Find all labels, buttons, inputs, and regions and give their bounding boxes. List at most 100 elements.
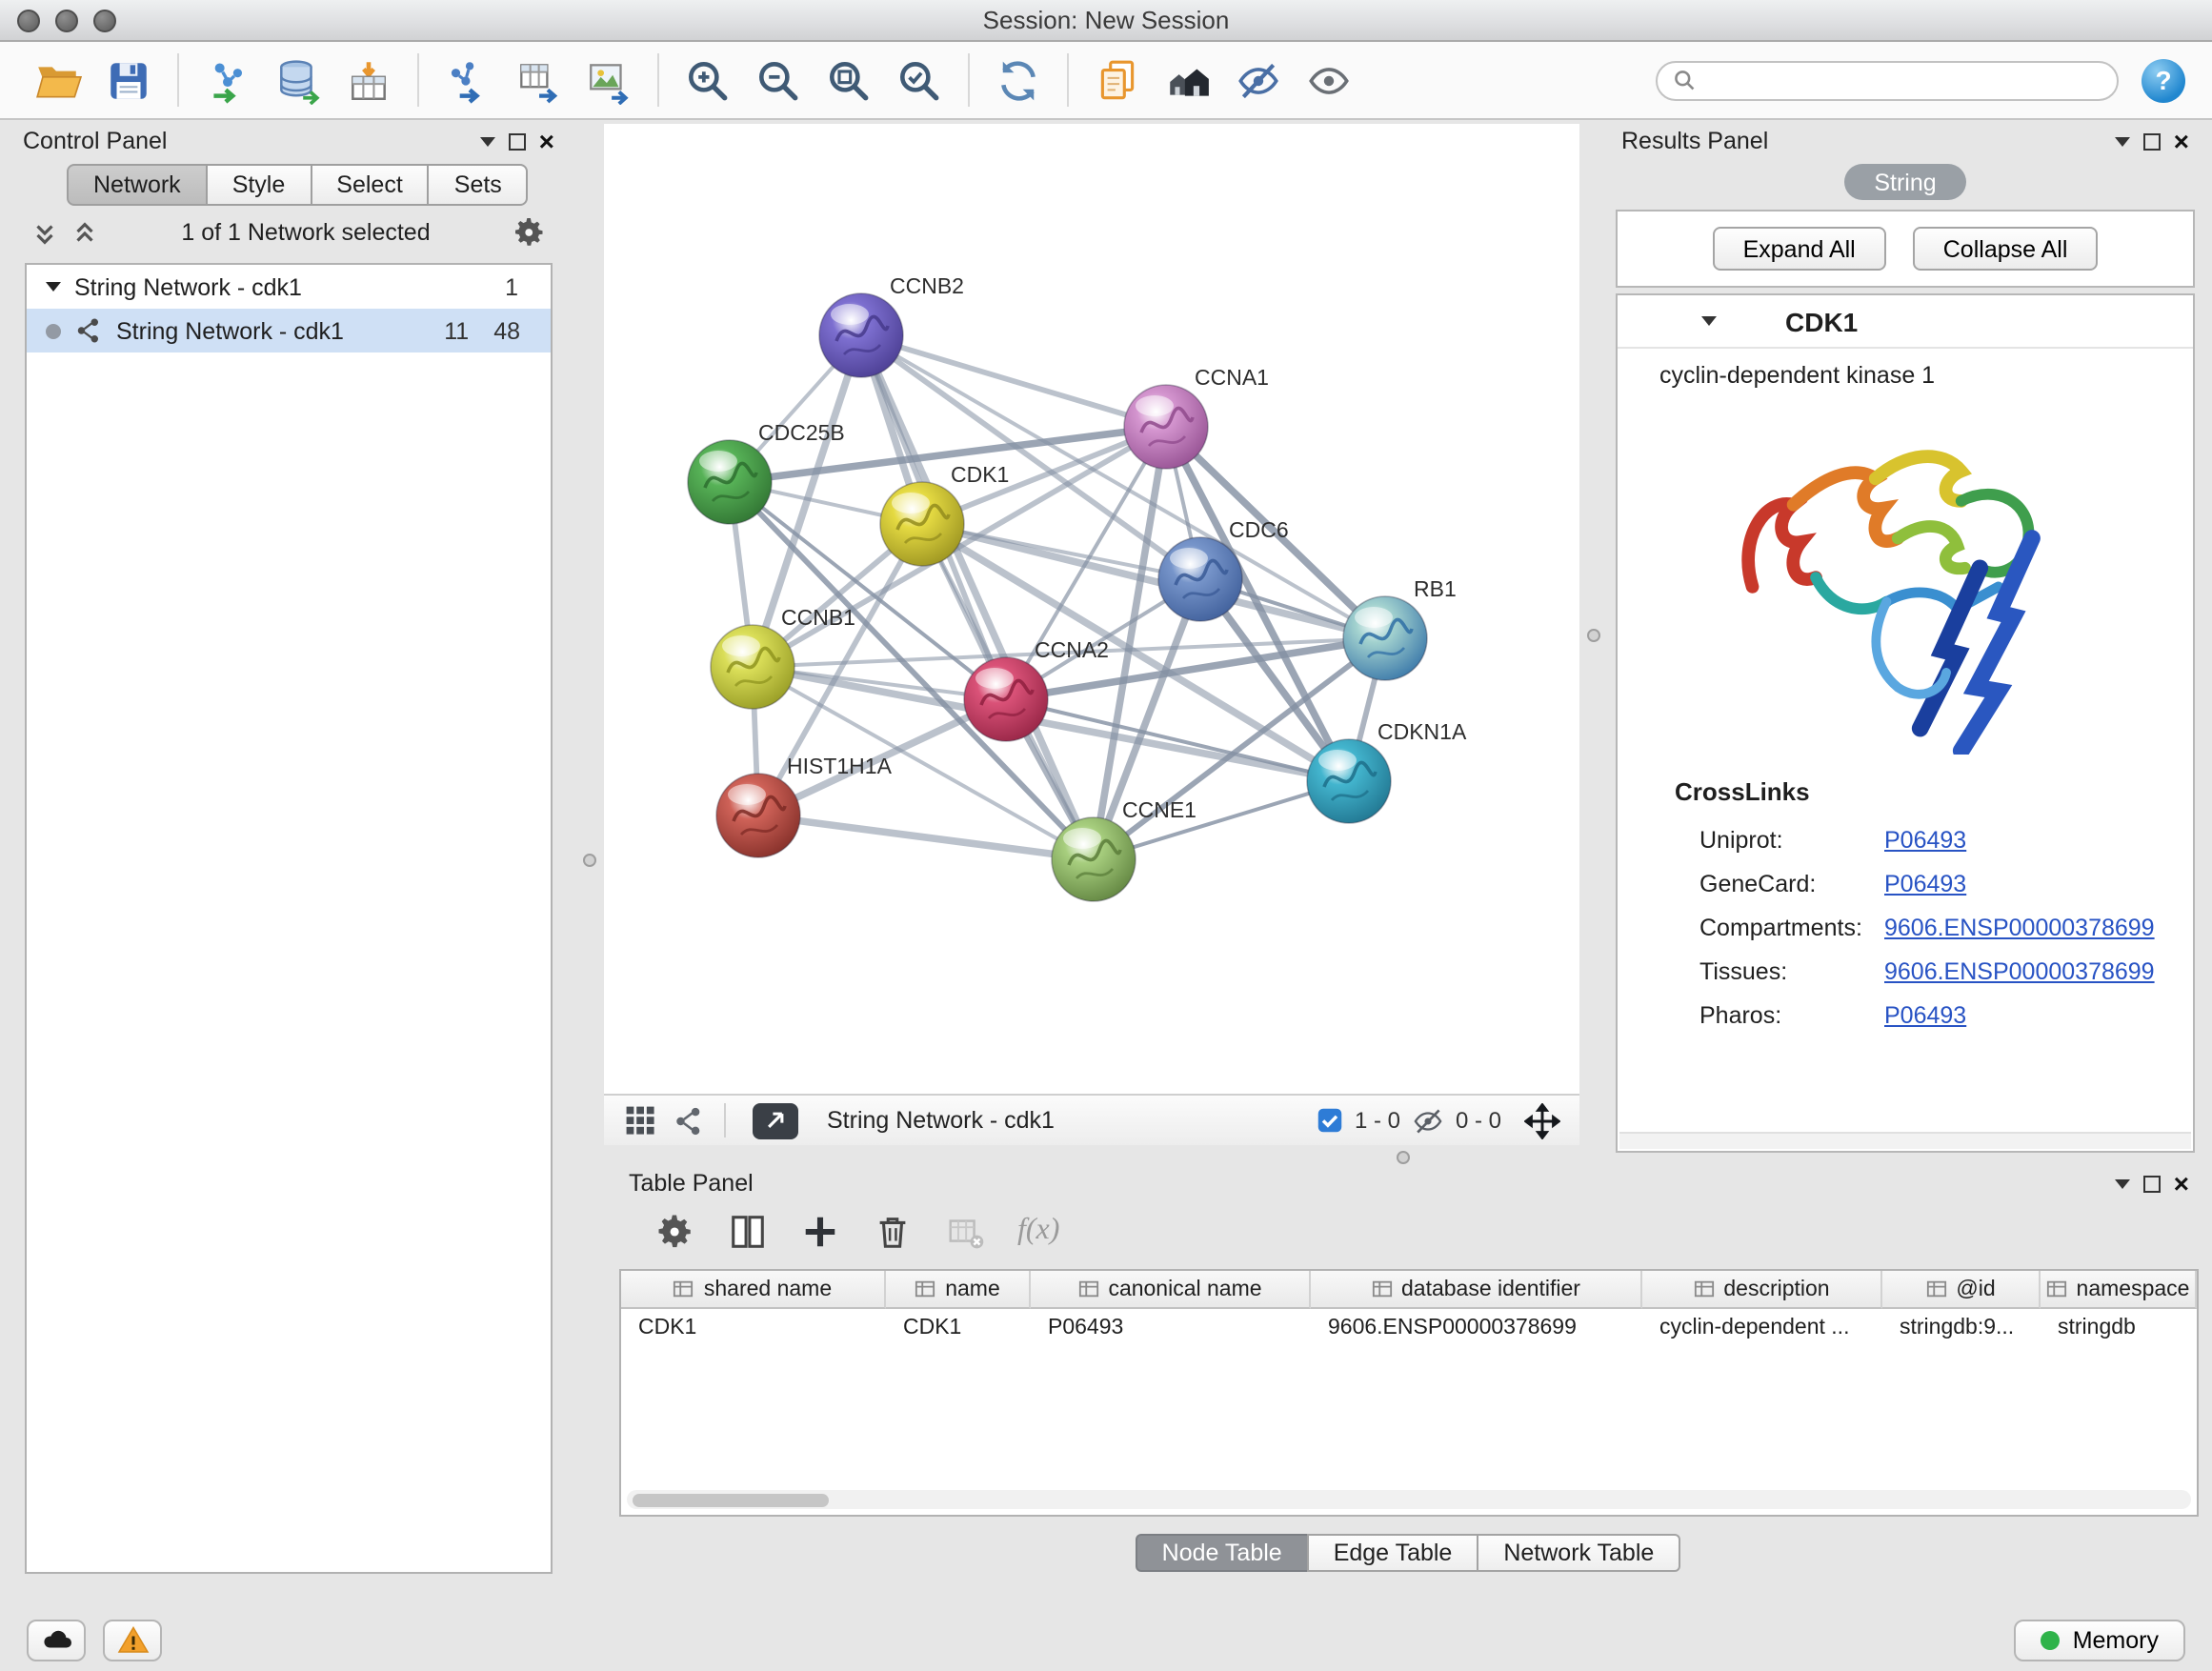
help-button[interactable]: ? xyxy=(2142,58,2185,102)
tab-node-table[interactable]: Node Table xyxy=(1136,1534,1309,1572)
network-canvas[interactable]: CCNB2CCNA1CDC25BCDK1CDC6RB1CCNB1CCNA2CDK… xyxy=(604,124,1579,1094)
protein-section-header[interactable]: CDK1 xyxy=(1618,295,2193,349)
close-panel-button[interactable]: × xyxy=(2174,1170,2189,1197)
crosslink-pharos-link[interactable]: P06493 xyxy=(1884,1001,1966,1028)
refresh-view-button[interactable] xyxy=(989,50,1048,110)
network-graph[interactable]: CCNB2CCNA1CDC25BCDK1CDC6RB1CCNB1CCNA2CDK… xyxy=(604,124,1579,1094)
delete-column-button[interactable] xyxy=(873,1211,913,1251)
splitter-handle[interactable] xyxy=(1397,1151,1410,1164)
crosslink-genecard-link[interactable]: P06493 xyxy=(1884,870,1966,896)
network-edge[interactable] xyxy=(861,335,1166,427)
network-node-hist1h1a[interactable]: HIST1H1A xyxy=(716,754,893,857)
table-cell[interactable]: cyclin-dependent ... xyxy=(1642,1309,1882,1347)
tab-edge-table[interactable]: Edge Table xyxy=(1307,1534,1479,1572)
column-icon xyxy=(2046,1278,2067,1299)
column-icon xyxy=(915,1278,935,1299)
hide-selected-button[interactable] xyxy=(1229,50,1288,110)
close-window-button[interactable] xyxy=(17,9,40,31)
zoom-in-button[interactable] xyxy=(678,50,737,110)
search-input[interactable] xyxy=(1705,69,2101,91)
function-builder-button[interactable]: f(x) xyxy=(1017,1214,1059,1248)
network-node-cdkn1a[interactable]: CDKN1A xyxy=(1307,719,1467,823)
home-view-button[interactable] xyxy=(1158,50,1217,110)
crosslink-compartments-link[interactable]: 9606.ENSP00000378699 xyxy=(1884,914,2155,940)
tab-style[interactable]: Style xyxy=(206,164,312,206)
show-all-button[interactable] xyxy=(1299,50,1358,110)
import-network-database-button[interactable] xyxy=(269,50,328,110)
network-collection-row[interactable]: String Network - cdk1 1 xyxy=(27,265,551,309)
crosslink-uniprot-link[interactable]: P06493 xyxy=(1884,826,1966,853)
float-panel-button[interactable] xyxy=(2143,132,2161,150)
column-header[interactable]: name xyxy=(886,1271,1031,1309)
export-image-button[interactable] xyxy=(579,50,638,110)
network-node-ccnb1[interactable]: CCNB1 xyxy=(711,605,855,709)
crosslink-tissues-link[interactable]: 9606.ENSP00000378699 xyxy=(1884,957,2155,984)
column-header[interactable]: shared name xyxy=(621,1271,886,1309)
table-cell[interactable]: CDK1 xyxy=(621,1309,886,1347)
save-session-button[interactable] xyxy=(99,50,158,110)
birds-eye-view-button[interactable] xyxy=(623,1103,657,1137)
expand-all-button[interactable]: Expand All xyxy=(1713,227,1886,271)
collapse-all-networks-button[interactable] xyxy=(70,218,99,247)
table-cell[interactable]: stringdb:9... xyxy=(1882,1309,2041,1347)
column-header[interactable]: @id xyxy=(1882,1271,2041,1309)
horizontal-scrollbar[interactable] xyxy=(627,1490,2191,1509)
splitter-handle[interactable] xyxy=(583,854,596,867)
zoom-fit-button[interactable] xyxy=(819,50,878,110)
open-view-button[interactable] xyxy=(753,1102,798,1138)
import-table-file-button[interactable] xyxy=(339,50,398,110)
panel-menu-button[interactable] xyxy=(2115,136,2130,146)
column-header[interactable]: namespace xyxy=(2041,1271,2197,1309)
close-panel-button[interactable]: × xyxy=(539,128,554,154)
column-header[interactable]: canonical name xyxy=(1031,1271,1311,1309)
tab-select[interactable]: Select xyxy=(310,164,430,206)
table-cell[interactable]: P06493 xyxy=(1031,1309,1311,1347)
memory-button[interactable]: Memory xyxy=(2014,1620,2185,1661)
table-cell[interactable]: CDK1 xyxy=(886,1309,1031,1347)
expand-all-networks-button[interactable] xyxy=(30,218,59,247)
float-panel-button[interactable] xyxy=(2143,1175,2161,1192)
open-session-button[interactable] xyxy=(29,50,88,110)
column-header[interactable]: database identifier xyxy=(1311,1271,1642,1309)
tab-network-table[interactable]: Network Table xyxy=(1477,1534,1680,1572)
import-network-file-button[interactable] xyxy=(198,50,257,110)
minimize-window-button[interactable] xyxy=(55,9,78,31)
zoom-window-button[interactable] xyxy=(93,9,116,31)
float-panel-button[interactable] xyxy=(509,132,526,150)
tab-sets[interactable]: Sets xyxy=(428,164,529,206)
network-node-rb1[interactable]: RB1 xyxy=(1343,576,1457,680)
add-column-button[interactable] xyxy=(800,1211,840,1251)
show-columns-button[interactable] xyxy=(728,1211,768,1251)
delete-table-button-disabled[interactable] xyxy=(945,1211,985,1251)
table-options-button[interactable] xyxy=(655,1211,695,1251)
warning-icon xyxy=(115,1623,150,1658)
network-row-selected[interactable]: String Network - cdk1 11 48 xyxy=(27,309,551,352)
zoom-selected-button[interactable] xyxy=(890,50,949,110)
crosslink-row: Pharos: P06493 xyxy=(1618,993,2193,1037)
string-share-button[interactable] xyxy=(673,1104,705,1137)
network-edge[interactable] xyxy=(861,335,1094,859)
column-header[interactable]: description xyxy=(1642,1271,1882,1309)
warnings-button[interactable] xyxy=(103,1620,162,1661)
network-node-cdk1[interactable]: CDK1 xyxy=(880,462,1009,566)
network-edge[interactable] xyxy=(758,815,1094,859)
table-cell[interactable]: stringdb xyxy=(2041,1309,2197,1347)
panel-menu-button[interactable] xyxy=(480,136,495,146)
tab-network[interactable]: Network xyxy=(67,164,208,206)
zoom-out-button[interactable] xyxy=(749,50,808,110)
table-cell[interactable]: 9606.ENSP00000378699 xyxy=(1311,1309,1642,1347)
close-panel-button[interactable]: × xyxy=(2174,128,2189,154)
cloud-status-button[interactable] xyxy=(27,1620,86,1661)
copy-button[interactable] xyxy=(1088,50,1147,110)
string-results-tab[interactable]: String xyxy=(1843,164,1966,200)
scrollbar-thumb[interactable] xyxy=(633,1493,829,1506)
export-network-button[interactable] xyxy=(438,50,497,110)
collapse-all-button[interactable]: Collapse All xyxy=(1913,227,2099,271)
export-table-button[interactable] xyxy=(509,50,568,110)
results-scrollbar[interactable] xyxy=(1619,1132,2191,1149)
network-options-button[interactable] xyxy=(513,215,547,250)
splitter-handle[interactable] xyxy=(1587,629,1600,642)
panel-menu-button[interactable] xyxy=(2115,1178,2130,1188)
network-node-ccna1[interactable]: CCNA1 xyxy=(1124,365,1269,469)
pan-mode-button[interactable] xyxy=(1524,1102,1560,1138)
